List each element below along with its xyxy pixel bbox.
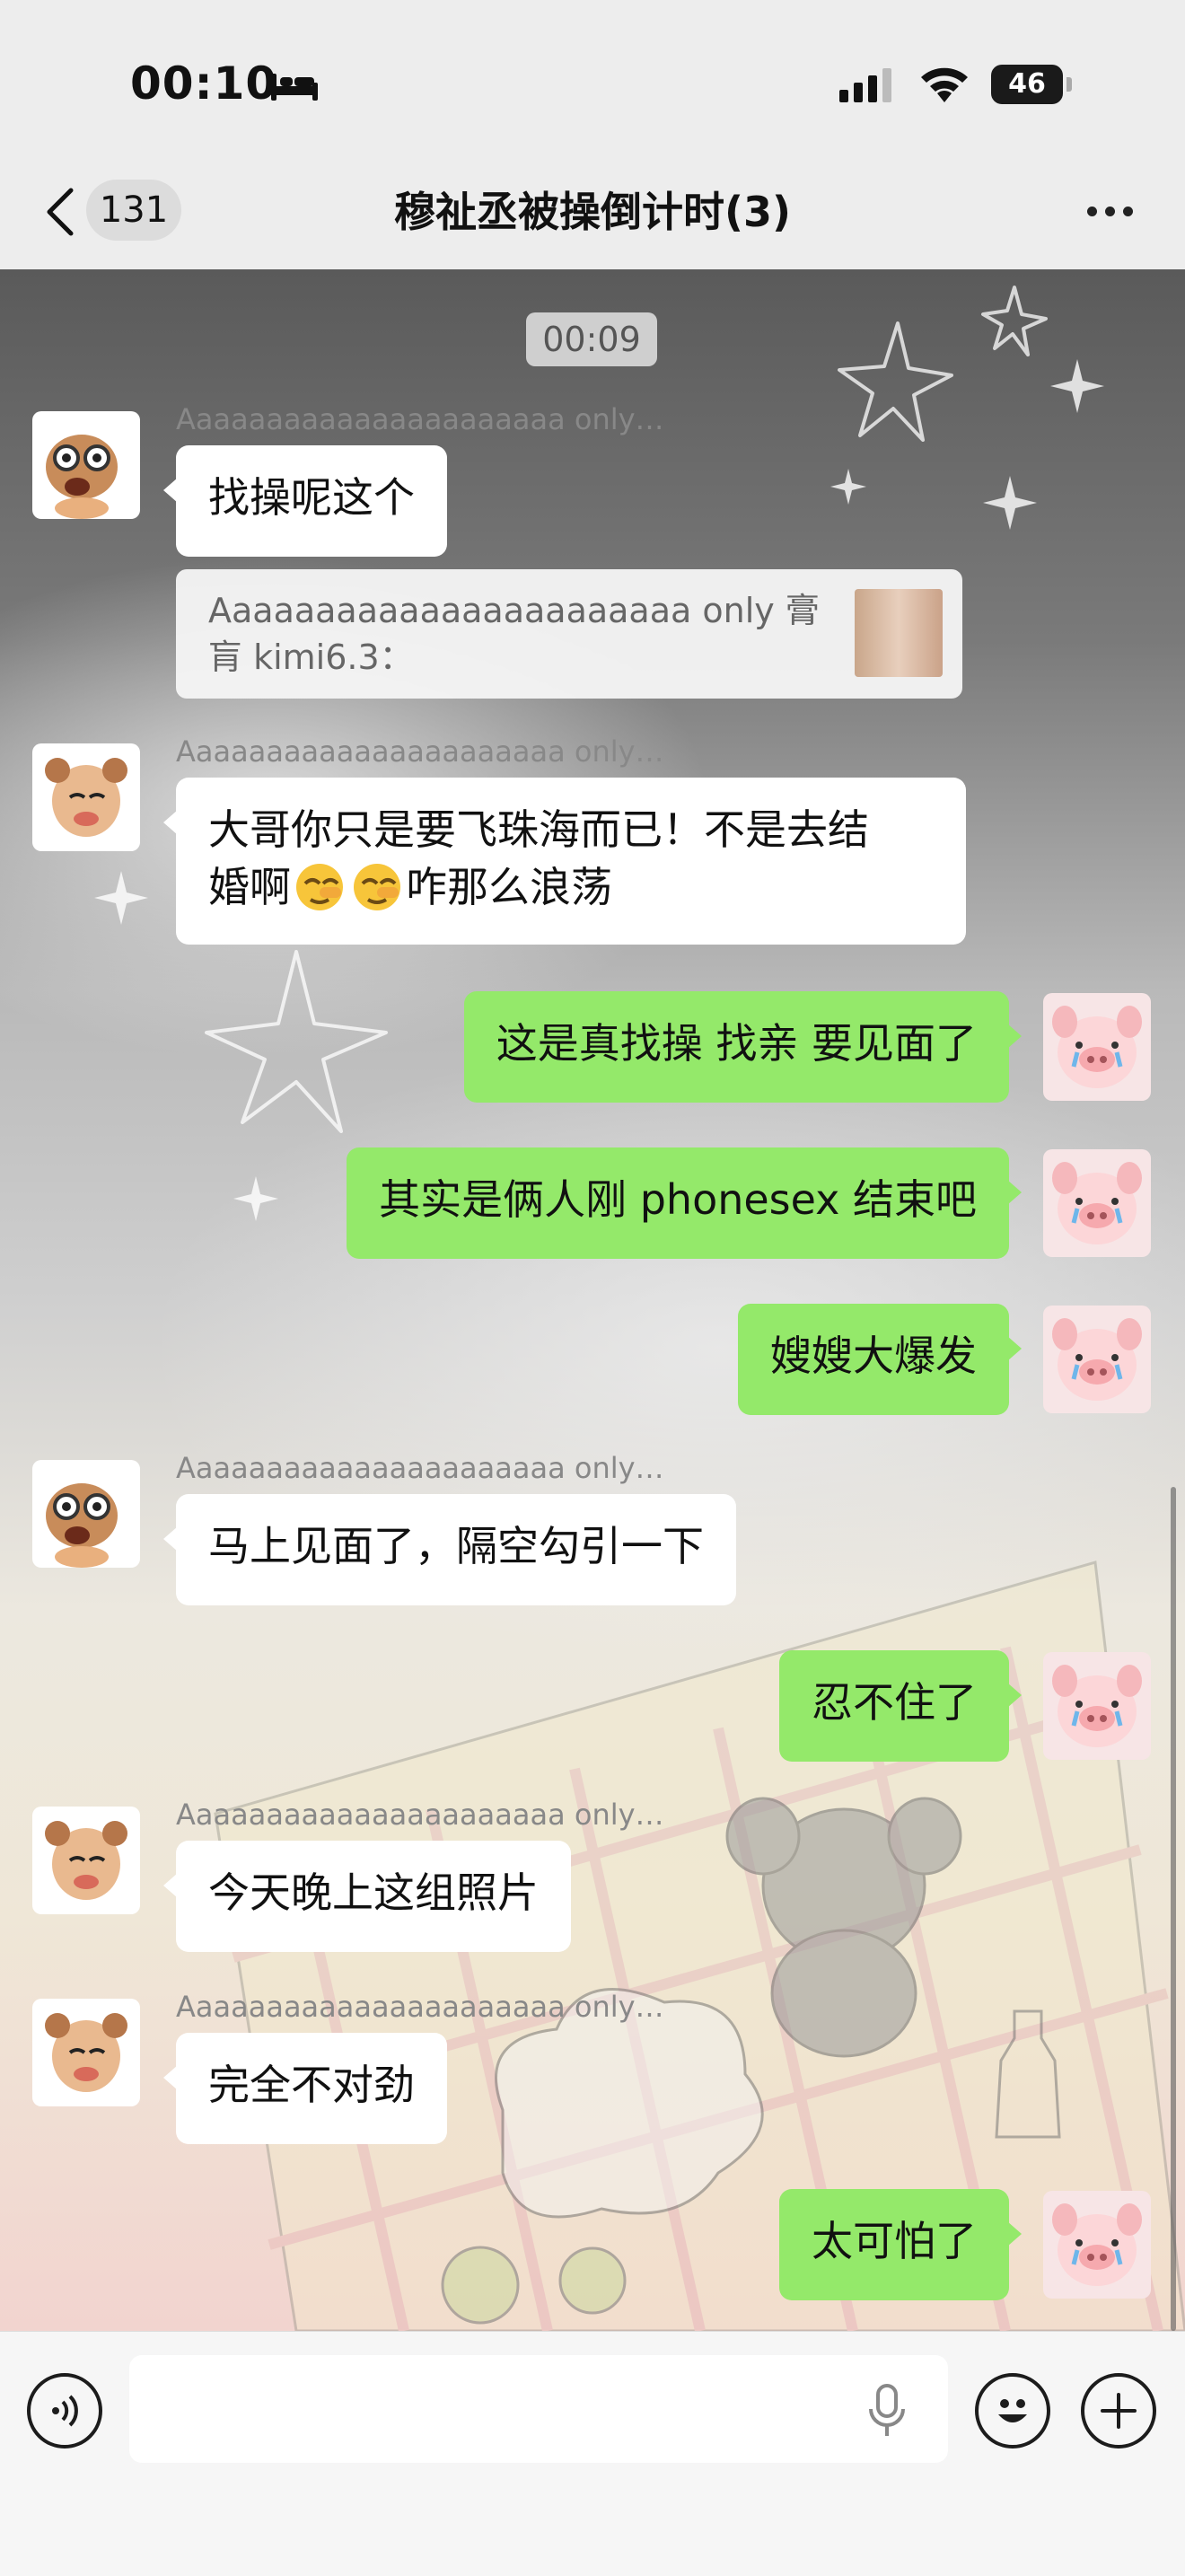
- more-options-button[interactable]: [1074, 180, 1146, 242]
- avatar[interactable]: [32, 1999, 140, 2106]
- my-avatar[interactable]: [1043, 1652, 1151, 1760]
- sender-name: Aaaaaaaaaaaaaaaaaaaaaa only…: [176, 1451, 664, 1485]
- avatar-image: [32, 1460, 140, 1568]
- battery-nub: [1066, 77, 1072, 92]
- my-avatar[interactable]: [1043, 1149, 1151, 1257]
- message-input[interactable]: [129, 2355, 948, 2463]
- pig-avatar-image: [1043, 1149, 1151, 1257]
- message-bubble-outgoing[interactable]: 太可怕了: [779, 2189, 1022, 2300]
- avatar[interactable]: [32, 1807, 140, 1914]
- chat-scrollbar[interactable]: [1171, 1487, 1176, 2331]
- message-text-line: 大哥你只是要飞珠海而已！不是去结: [208, 805, 869, 854]
- unread-count-badge[interactable]: 131: [86, 180, 181, 241]
- battery-indicator: 46: [991, 65, 1063, 104]
- message-text-fragment: 咋那么浪荡: [406, 863, 612, 911]
- avatar[interactable]: [32, 743, 140, 851]
- wifi-icon: [921, 67, 968, 102]
- message-bubble[interactable]: 找操呢这个: [163, 445, 447, 557]
- dot-icon: [1086, 206, 1097, 216]
- sender-name: Aaaaaaaaaaaaaaaaaaaaaa only…: [176, 1798, 664, 1832]
- message-bubble[interactable]: 完全不对劲: [163, 2033, 447, 2144]
- smiley-icon: [998, 2399, 1027, 2422]
- avatar-image: [32, 1807, 140, 1914]
- voice-wave-icon: [52, 2395, 78, 2427]
- quoted-message[interactable]: Aaaaaaaaaaaaaaaaaaaaaaa only 膏肓 kimi6.3：: [176, 569, 962, 699]
- avatar-image: [32, 1999, 140, 2106]
- pig-avatar-image: [1043, 2191, 1151, 2299]
- avatar[interactable]: [32, 411, 140, 519]
- my-avatar[interactable]: [1043, 1306, 1151, 1413]
- message-bubble-outgoing[interactable]: 这是真找操 找亲 要见面了: [463, 991, 1023, 1103]
- sleep-focus-icon: [271, 74, 318, 101]
- pig-avatar-image: [1043, 1306, 1151, 1413]
- avatar-image: [32, 411, 140, 519]
- back-button[interactable]: [32, 176, 86, 248]
- plus-icon: [1101, 2393, 1137, 2429]
- microphone-icon[interactable]: [865, 2384, 908, 2438]
- chevron-left-icon: [47, 188, 74, 236]
- facepalm-emoji-icon: [354, 864, 400, 910]
- pig-avatar-image: [1043, 993, 1151, 1101]
- top-bar: 00:10 46 131 穆祉丞被操倒计时(3): [0, 0, 1185, 269]
- message-bubble[interactable]: 大哥你只是要飞珠海而已！不是去结 婚啊 咋那么浪荡: [163, 778, 966, 945]
- message-timestamp: 00:09: [526, 312, 657, 366]
- avatar[interactable]: [32, 1460, 140, 1568]
- chat-title: 穆祉丞被操倒计时(3): [393, 188, 792, 236]
- status-time: 00:10: [130, 57, 278, 110]
- message-bubble-outgoing[interactable]: 忍不住了: [779, 1650, 1022, 1762]
- my-avatar[interactable]: [1043, 2191, 1151, 2299]
- chat-area[interactable]: 00:09 Aaaaaaaaaaaaaaaaaaaaaa only… 找操呢这个…: [0, 269, 1185, 2331]
- input-bar: [0, 2331, 1185, 2576]
- my-avatar[interactable]: [1043, 993, 1151, 1101]
- emoji-button[interactable]: [975, 2373, 1050, 2449]
- message-bubble-outgoing[interactable]: 其实是俩人刚 phonesex 结束吧: [347, 1147, 1022, 1259]
- more-actions-button[interactable]: [1081, 2373, 1156, 2449]
- dot-icon: [1104, 206, 1115, 216]
- message-bubble[interactable]: 马上见面了，隔空勾引一下: [163, 1494, 736, 1605]
- message-text-line: 婚啊 咋那么浪荡: [208, 858, 934, 916]
- avatar-image: [32, 743, 140, 851]
- facepalm-emoji-icon: [296, 864, 343, 910]
- message-text-fragment: 婚啊: [208, 863, 291, 911]
- sender-name: Aaaaaaaaaaaaaaaaaaaaaa only…: [176, 734, 664, 769]
- message-bubble-outgoing[interactable]: 嫂嫂大爆发: [738, 1304, 1022, 1415]
- cellular-signal-icon: [839, 68, 891, 102]
- quoted-image-thumbnail[interactable]: [855, 589, 943, 677]
- voice-input-button[interactable]: [27, 2373, 102, 2449]
- message-bubble[interactable]: 今天晚上这组照片: [163, 1841, 571, 1952]
- pig-avatar-image: [1043, 1652, 1151, 1760]
- quoted-text: Aaaaaaaaaaaaaaaaaaaaaaa only 膏肓 kimi6.3：: [208, 591, 820, 677]
- sender-name: Aaaaaaaaaaaaaaaaaaaaaa only…: [176, 1990, 664, 2024]
- sender-name: Aaaaaaaaaaaaaaaaaaaaaa only…: [176, 402, 664, 436]
- dot-icon: [1122, 206, 1133, 216]
